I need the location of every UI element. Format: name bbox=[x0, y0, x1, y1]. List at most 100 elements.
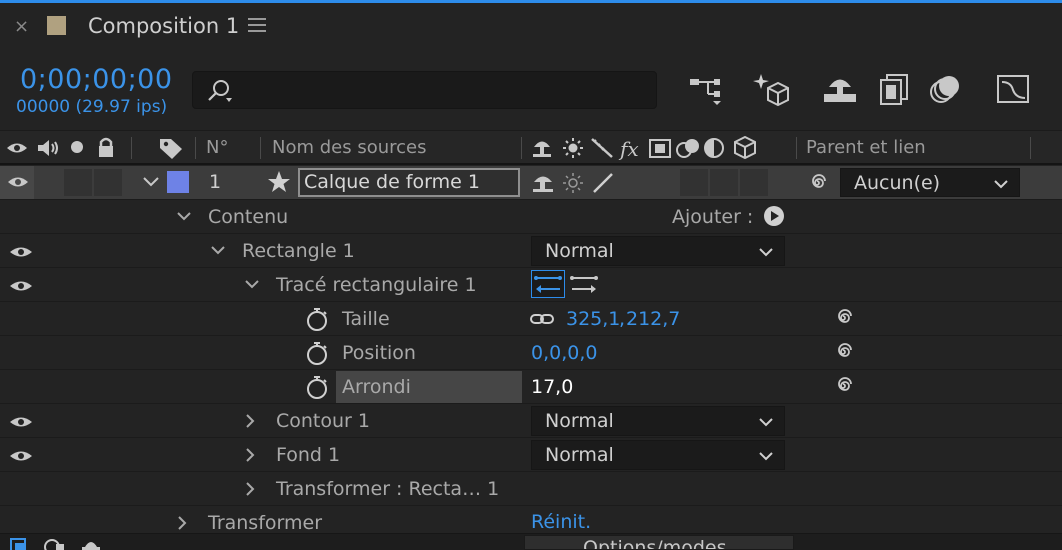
size-stopwatch-icon[interactable] bbox=[305, 306, 329, 332]
audio-speaker-icon[interactable] bbox=[36, 137, 62, 159]
shy-switch-icon[interactable] bbox=[531, 172, 557, 194]
size-separator: , bbox=[619, 308, 626, 330]
continuous-rasterize-switch-icon[interactable] bbox=[562, 172, 584, 194]
expression-pick-whip-icon[interactable] bbox=[832, 307, 854, 329]
current-time-display[interactable]: 0;00;00;00 bbox=[20, 64, 173, 95]
parent-pick-whip-icon[interactable] bbox=[806, 172, 828, 194]
stroke-label[interactable]: Contour 1 bbox=[276, 410, 370, 432]
switch-cell[interactable] bbox=[740, 169, 768, 196]
add-label[interactable]: Ajouter : bbox=[672, 206, 753, 228]
rectangle-label[interactable]: Rectangle 1 bbox=[242, 240, 355, 262]
stroke-visibility-eye-icon[interactable] bbox=[4, 407, 38, 438]
position-label: Position bbox=[342, 342, 416, 364]
transfer-controls-toggle-icon[interactable] bbox=[42, 537, 68, 550]
lock-switch-cell[interactable] bbox=[94, 169, 122, 196]
quality-switch-icon[interactable] bbox=[591, 172, 615, 194]
layer-number: 1 bbox=[209, 171, 222, 193]
path-direction-normal-icon[interactable] bbox=[567, 270, 601, 298]
constrain-proportions-link-icon[interactable] bbox=[529, 310, 555, 328]
transform-rect-label[interactable]: Transformer : Recta… 1 bbox=[276, 478, 499, 500]
path-direction-reversed-icon[interactable] bbox=[531, 270, 565, 298]
solo-dot-icon[interactable] bbox=[69, 139, 85, 155]
rect-path-visibility-eye-icon[interactable] bbox=[4, 271, 38, 302]
frame-rate-display: 00000 (29.97 ips) bbox=[16, 97, 168, 117]
frame-blending-icon[interactable] bbox=[874, 70, 914, 108]
close-tab-button[interactable]: × bbox=[14, 16, 29, 37]
expand-chevron-icon[interactable] bbox=[210, 245, 226, 257]
blend-mode-value: Normal bbox=[545, 410, 614, 432]
roundness-label: Arrondi bbox=[342, 376, 411, 398]
fill-label[interactable]: Fond 1 bbox=[276, 444, 340, 466]
layer-label-color-swatch[interactable] bbox=[167, 171, 189, 193]
layer-name[interactable]: Calque de forme 1 bbox=[304, 171, 480, 193]
layer-switches-toggle-icon[interactable] bbox=[8, 537, 30, 550]
collapse-chevron-icon[interactable] bbox=[244, 447, 256, 463]
column-parent-header[interactable]: Parent et lien bbox=[806, 137, 926, 158]
options-modes-label: Options/modes bbox=[583, 537, 727, 550]
header-separator bbox=[195, 137, 196, 159]
tab-title[interactable]: Composition 1 bbox=[88, 14, 239, 38]
shape-layer-star-icon bbox=[268, 171, 290, 192]
blend-mode-value: Normal bbox=[545, 444, 614, 466]
blend-mode-value: Normal bbox=[545, 240, 614, 262]
expression-pick-whip-icon[interactable] bbox=[832, 341, 854, 363]
options-modes-toggle-button[interactable]: Options/modes bbox=[524, 535, 794, 550]
parent-dropdown[interactable]: Aucun(e) bbox=[840, 168, 1020, 197]
chevron-down-icon bbox=[994, 180, 1008, 189]
shy-layers-icon[interactable] bbox=[820, 70, 860, 108]
rect-path-label[interactable]: Tracé rectangulaire 1 bbox=[276, 274, 477, 296]
panel-menu-icon[interactable] bbox=[248, 18, 266, 32]
in-out-toggle-icon[interactable] bbox=[80, 537, 102, 550]
header-separator bbox=[131, 137, 132, 159]
position-stopwatch-icon[interactable] bbox=[305, 340, 329, 366]
chevron-down-icon bbox=[759, 248, 773, 257]
roundness-value-field[interactable]: 17,0 bbox=[531, 376, 573, 398]
size-height-value[interactable]: 212,7 bbox=[626, 308, 680, 330]
layer-expand-chevron-icon[interactable] bbox=[142, 175, 160, 189]
switch-cell[interactable] bbox=[680, 169, 708, 196]
svg-text:fx: fx bbox=[618, 137, 639, 160]
layer-visibility-eye-icon[interactable] bbox=[7, 174, 29, 190]
add-play-icon[interactable] bbox=[763, 205, 785, 227]
collapse-chevron-icon[interactable] bbox=[244, 481, 256, 497]
collapse-chevron-icon[interactable] bbox=[176, 515, 188, 531]
parent-dropdown-value: Aucun(e) bbox=[854, 172, 941, 194]
composition-flowchart-icon[interactable] bbox=[686, 70, 726, 108]
position-value[interactable]: 0,0,0,0 bbox=[531, 342, 597, 364]
composition-color-swatch bbox=[47, 16, 66, 35]
expression-pick-whip-icon[interactable] bbox=[832, 375, 854, 397]
column-number-header[interactable]: N° bbox=[206, 137, 228, 158]
expand-chevron-icon[interactable] bbox=[244, 279, 260, 291]
stroke-blend-mode-dropdown[interactable]: Normal bbox=[531, 406, 785, 436]
contents-group-row bbox=[0, 200, 1062, 234]
header-separator bbox=[260, 137, 261, 159]
search-icon[interactable] bbox=[204, 78, 234, 104]
switch-cell[interactable] bbox=[710, 169, 738, 196]
roundness-stopwatch-icon[interactable] bbox=[305, 374, 329, 400]
graph-editor-icon[interactable] bbox=[993, 70, 1033, 108]
expand-chevron-icon[interactable] bbox=[176, 211, 192, 223]
lock-icon[interactable] bbox=[96, 136, 116, 158]
search-input[interactable] bbox=[192, 71, 657, 109]
size-width-value[interactable]: 325,1 bbox=[566, 308, 620, 330]
draft-3d-icon[interactable] bbox=[752, 70, 792, 108]
size-label: Taille bbox=[342, 308, 390, 330]
fill-visibility-eye-icon[interactable] bbox=[4, 441, 38, 472]
header-separator bbox=[796, 137, 797, 159]
label-tag-icon[interactable] bbox=[158, 136, 184, 160]
header-separator bbox=[521, 137, 522, 159]
rectangle-visibility-eye-icon[interactable] bbox=[4, 237, 38, 268]
collapse-chevron-icon[interactable] bbox=[244, 413, 256, 429]
rectangle-blend-mode-dropdown[interactable]: Normal bbox=[531, 236, 785, 266]
switches-header-icons: fx bbox=[533, 136, 756, 160]
header-separator bbox=[1030, 137, 1031, 159]
column-source-name-header[interactable]: Nom des sources bbox=[272, 137, 427, 158]
transform-rect-row bbox=[0, 472, 1062, 506]
video-eye-icon[interactable] bbox=[6, 139, 28, 157]
audio-switch-cell[interactable] bbox=[64, 169, 92, 196]
fill-blend-mode-dropdown[interactable]: Normal bbox=[531, 440, 785, 470]
chevron-down-icon bbox=[759, 452, 773, 461]
reset-link[interactable]: Réinit. bbox=[531, 511, 591, 533]
transform-label[interactable]: Transformer bbox=[208, 512, 322, 534]
motion-blur-icon[interactable] bbox=[925, 70, 965, 108]
